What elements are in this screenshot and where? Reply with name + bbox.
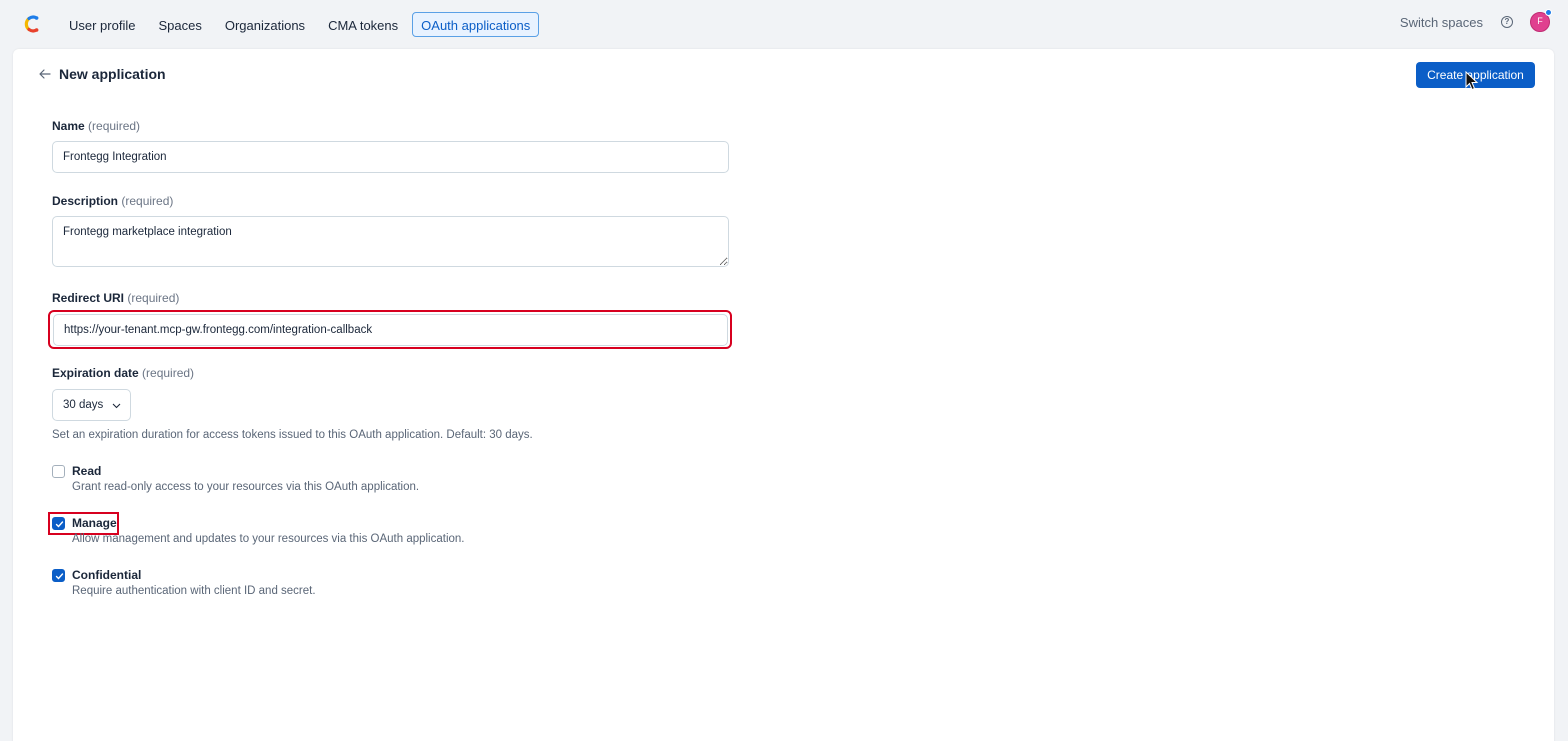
tab-spaces[interactable]: Spaces xyxy=(149,12,210,37)
tab-user-profile[interactable]: User profile xyxy=(60,12,144,37)
switch-spaces-link[interactable]: Switch spaces xyxy=(1400,15,1483,30)
manage-description: Allow management and updates to your res… xyxy=(72,533,465,545)
contentful-logo-icon[interactable] xyxy=(21,13,43,35)
nav-right: Switch spaces ? F xyxy=(1400,9,1552,32)
description-label-text: Description xyxy=(52,194,119,208)
read-description: Grant read-only access to your resources… xyxy=(72,481,420,493)
redirect-uri-input[interactable] xyxy=(53,314,728,346)
confidential-description: Require authentication with client ID an… xyxy=(72,585,316,597)
redirect-uri-label: Redirect URI (required) xyxy=(52,291,179,305)
main-card: New application Create application Name … xyxy=(13,49,1554,741)
tab-organizations[interactable]: Organizations xyxy=(216,12,314,37)
required-marker: (required) xyxy=(88,119,141,133)
avatar[interactable]: F xyxy=(1530,9,1552,32)
redirect-uri-label-text: Redirect URI xyxy=(52,291,125,305)
required-marker: (required) xyxy=(142,366,195,380)
name-label: Name (required) xyxy=(52,119,140,133)
expiration-help-text: Set an expiration duration for access to… xyxy=(52,429,533,441)
expiration-selected-value: 30 days xyxy=(63,399,104,411)
read-checkbox[interactable] xyxy=(52,465,65,478)
nav-tabs: User profile Spaces Organizations CMA to… xyxy=(60,12,544,37)
required-marker: (required) xyxy=(121,194,174,208)
mouse-cursor-icon xyxy=(1465,71,1479,91)
arrow-left-icon[interactable] xyxy=(39,67,53,81)
name-input[interactable] xyxy=(52,141,729,173)
required-marker: (required) xyxy=(127,291,180,305)
read-label: Read xyxy=(72,464,102,478)
question-icon[interactable]: ? xyxy=(1501,16,1513,28)
page-title: New application xyxy=(59,66,166,82)
tab-oauth-applications[interactable]: OAuth applications xyxy=(412,12,540,37)
chevron-down-icon xyxy=(112,403,121,409)
confidential-label: Confidential xyxy=(72,568,142,582)
confidential-checkbox[interactable] xyxy=(52,569,65,582)
manage-checkbox[interactable] xyxy=(52,517,65,530)
page-header: New application xyxy=(39,66,166,82)
description-textarea[interactable]: Frontegg marketplace integration xyxy=(52,216,729,267)
expiration-label-text: Expiration date xyxy=(52,366,139,380)
top-nav: User profile Spaces Organizations CMA to… xyxy=(0,0,1568,48)
expiration-label: Expiration date (required) xyxy=(52,366,194,380)
notification-dot xyxy=(1545,9,1552,16)
checkmark-icon xyxy=(55,521,64,528)
description-label: Description (required) xyxy=(52,194,173,208)
name-label-text: Name xyxy=(52,119,85,133)
tab-cma-tokens[interactable]: CMA tokens xyxy=(319,12,407,37)
manage-label: Manage xyxy=(72,516,117,530)
checkmark-icon xyxy=(55,573,64,580)
expiration-select[interactable]: 30 days xyxy=(52,389,131,421)
